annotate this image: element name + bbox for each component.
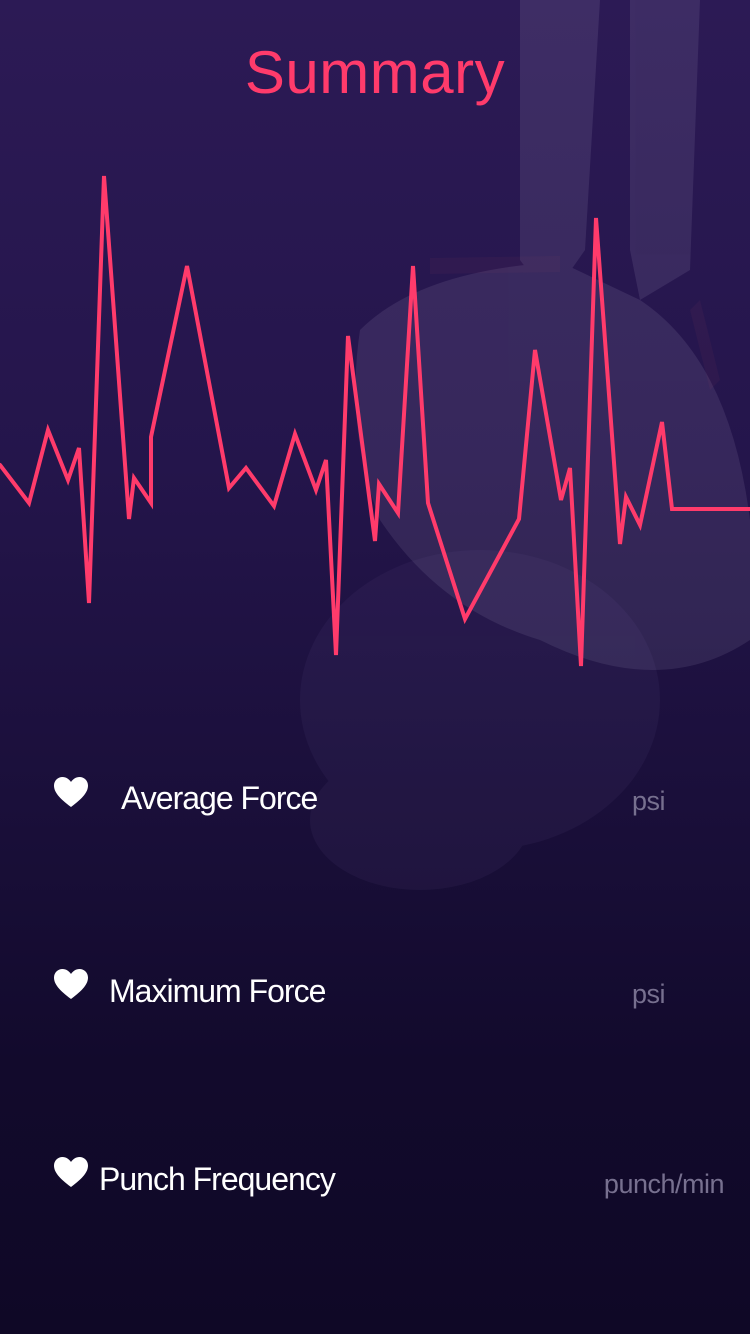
metric-average-force: Average Force psi [0,768,750,828]
metric-unit: psi [631,786,666,816]
metric-punch-frequency: Punch Frequency punch/min [0,1150,750,1210]
heart-icon [54,969,88,999]
metric-unit: psi [631,979,666,1009]
metric-maximum-force: Maximum Force psi [0,962,750,1022]
metric-unit: punch/min [603,1169,725,1199]
metric-label: Average Force [121,780,318,816]
metric-label: Punch Frequency [99,1161,336,1197]
heart-icon [54,777,88,807]
metric-label: Maximum Force [109,973,326,1009]
heart-icon [54,1157,88,1187]
waveform-graph [0,175,750,667]
waveform-line [0,175,750,667]
